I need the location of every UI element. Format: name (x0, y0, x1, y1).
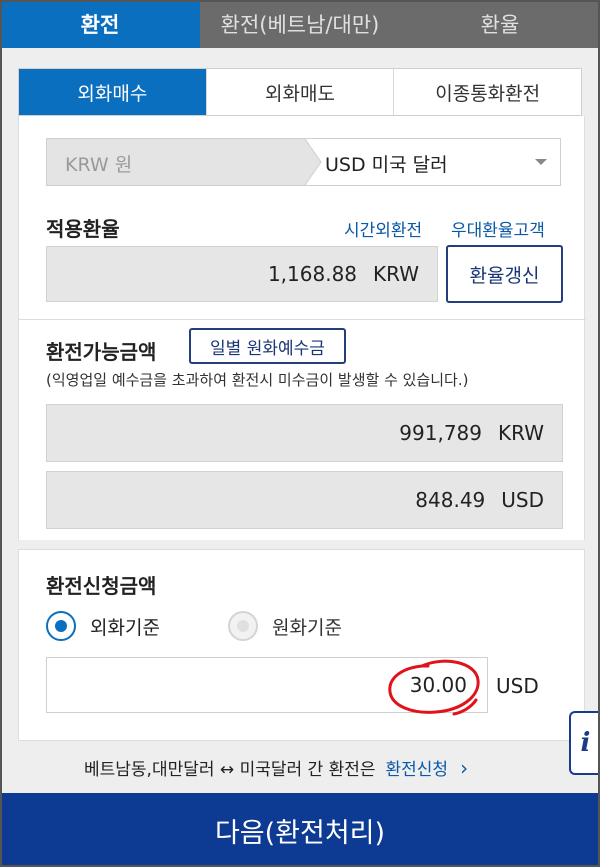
vnd-twd-exchange-info: 베트남동,대만달러 ↔ 미국달러 간 환전은 환전신청 › (84, 755, 468, 781)
exchange-apply-link[interactable]: 환전신청 (386, 755, 449, 780)
info-icon[interactable]: i (569, 711, 600, 775)
tab-exchange[interactable]: 환전 (0, 0, 200, 48)
radio-selected-icon (46, 611, 76, 641)
amount-input[interactable] (46, 657, 488, 713)
to-currency-label: USD 미국 달러 (325, 154, 448, 176)
applied-rate-value: 1,168.88 (267, 262, 358, 286)
tab-sell-foreign[interactable]: 외화매도 (205, 69, 394, 115)
applied-rate-title: 적용환율 (46, 217, 120, 241)
available-usd-field: 848.49 USD (46, 471, 563, 529)
available-usd-value: 848.49 (415, 488, 486, 512)
available-krw-value: 991,789 (399, 421, 483, 445)
preferred-rate-link[interactable]: 우대환율고객 (451, 216, 545, 241)
available-krw-unit: KRW (498, 421, 544, 445)
applied-rate-unit: KRW (373, 262, 419, 286)
radio-unselected-icon (228, 611, 258, 641)
info-text: 베트남동,대만달러 ↔ 미국달러 간 환전은 (84, 760, 376, 780)
request-amount-title: 환전신청금액 (46, 574, 157, 598)
next-process-button[interactable]: 다음(환전처리) (0, 793, 600, 867)
refresh-rate-button[interactable]: 환율갱신 (446, 245, 563, 303)
available-amount-note: (익영업일 예수금을 초과하여 환전시 미수금이 발생할 수 있습니다.) (46, 371, 469, 389)
exchange-info-card: KRW 원 USD 미국 달러 적용환율 시간외환전 우대환율고객 1,168.… (18, 116, 586, 540)
request-amount-card: 환전신청금액 외화기준 원화기준 USD (18, 549, 585, 741)
arrow-divider-icon (299, 139, 322, 185)
after-hours-exchange-link[interactable]: 시간외환전 (344, 216, 422, 241)
radio-foreign-basis[interactable]: 외화기준 (46, 611, 160, 641)
chevron-down-icon (535, 159, 547, 165)
available-amount-title: 환전가능금액 (46, 340, 157, 364)
available-krw-field: 991,789 KRW (46, 404, 563, 462)
from-currency-field: KRW 원 (47, 139, 305, 185)
tab-exchange-rate[interactable]: 환율 (400, 0, 600, 48)
tab-exchange-vietnam-taiwan[interactable]: 환전(베트남/대만) (200, 0, 400, 48)
radio-won-basis-label: 원화기준 (272, 616, 342, 639)
tab-buy-foreign[interactable]: 외화매수 (19, 69, 206, 115)
top-tab-bar: 환전 환전(베트남/대만) 환율 (0, 0, 600, 48)
divider (19, 319, 586, 320)
radio-foreign-basis-label: 외화기준 (90, 616, 160, 639)
sub-tab-bar: 외화매수 외화매도 이종통화환전 (18, 68, 582, 116)
to-currency-select[interactable]: USD 미국 달러 (325, 139, 561, 185)
amount-unit: USD (496, 674, 539, 698)
chevron-right-icon[interactable]: › (460, 756, 468, 780)
tab-cross-currency[interactable]: 이종통화환전 (393, 69, 581, 115)
daily-won-deposit-button[interactable]: 일별 원화예수금 (189, 328, 346, 364)
currency-pair-row: KRW 원 USD 미국 달러 (46, 138, 561, 186)
radio-won-basis[interactable]: 원화기준 (228, 611, 342, 641)
available-usd-unit: USD (501, 488, 544, 512)
applied-rate-field: 1,168.88 KRW (46, 246, 438, 302)
